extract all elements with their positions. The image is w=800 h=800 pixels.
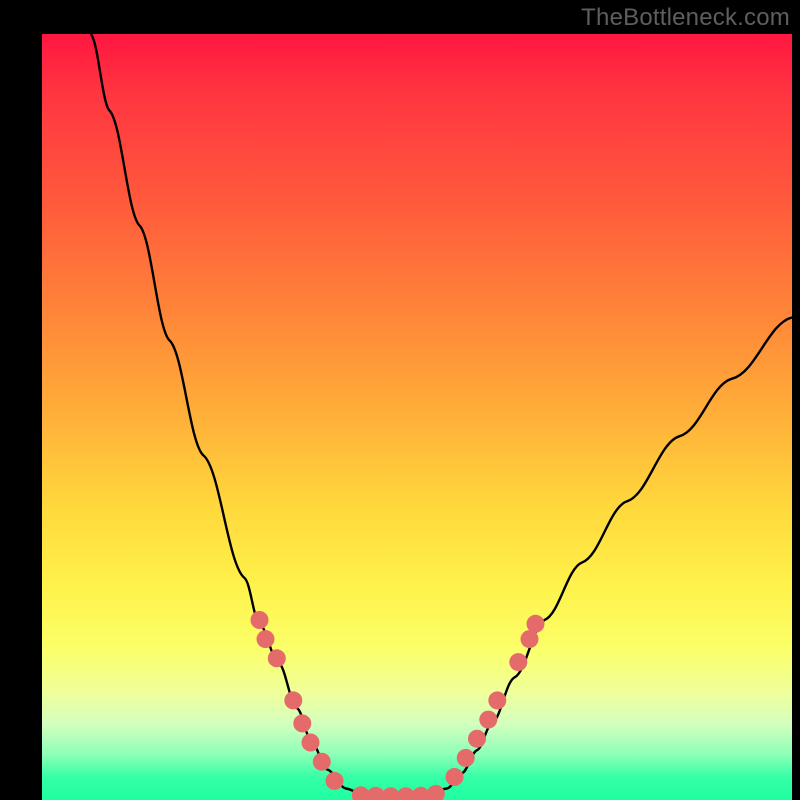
chart-container: TheBottleneck.com: [0, 0, 800, 800]
data-marker: [268, 649, 286, 667]
bottleneck-curve: [91, 34, 792, 796]
data-markers: [251, 611, 545, 800]
data-marker: [488, 691, 506, 709]
data-marker: [479, 711, 497, 729]
watermark-text: TheBottleneck.com: [581, 4, 790, 32]
data-marker: [446, 768, 464, 786]
data-marker: [509, 653, 527, 671]
data-marker: [302, 734, 320, 752]
data-marker: [251, 611, 269, 629]
data-marker: [468, 730, 486, 748]
plot-area: [42, 34, 792, 800]
data-marker: [313, 753, 331, 771]
data-marker: [257, 630, 275, 648]
data-marker: [527, 615, 545, 633]
data-marker: [326, 772, 344, 790]
curve-layer: [42, 34, 792, 800]
data-marker: [457, 749, 475, 767]
data-marker: [284, 691, 302, 709]
data-marker: [521, 630, 539, 648]
data-marker: [293, 714, 311, 732]
data-marker: [427, 785, 445, 800]
